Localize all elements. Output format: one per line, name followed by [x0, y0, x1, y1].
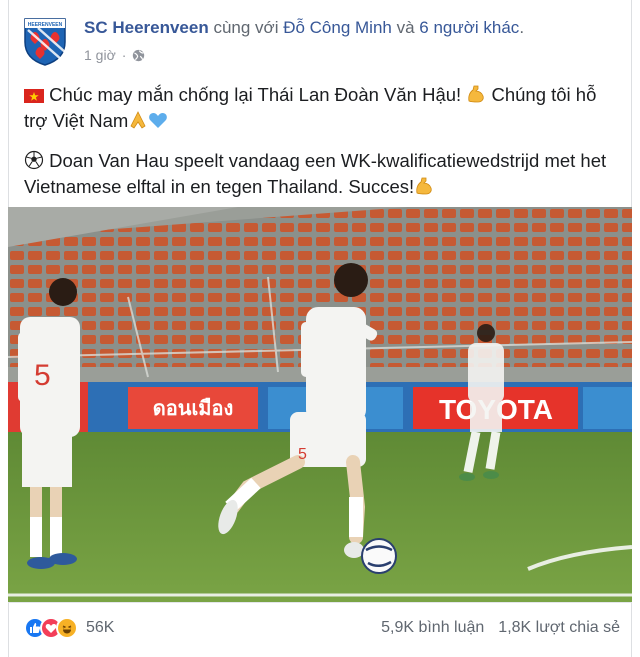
reactions-summary[interactable]: 56K: [24, 617, 114, 639]
jersey-number-center: 5: [298, 446, 307, 463]
post-meta: 1 giờ ·: [84, 47, 145, 63]
post-footer: 56K 5,9K bình luận 1,8K lượt chia sẻ: [8, 602, 632, 657]
haha-reaction-icon: [56, 617, 78, 639]
banner-text-thai: ดอนเมือง: [153, 397, 233, 420]
post-line2: Doan Van Hau speelt vandaag een WK-kwali…: [24, 150, 607, 197]
flexed-biceps-icon: [416, 177, 432, 195]
others-link[interactable]: 6 người khác: [419, 18, 519, 37]
svg-text:HEERENVEEN: HEERENVEEN: [28, 22, 63, 28]
with-text: cùng với: [208, 18, 284, 37]
post-paragraph-nl: Doan Van Hau speelt vandaag een WK-kwali…: [24, 148, 624, 200]
folded-hands-icon: [130, 111, 146, 129]
jersey-number-left: 5: [34, 359, 51, 392]
post-line1-a: Chúc may mắn chống lại Thái Lan Đoàn Văn…: [49, 84, 467, 105]
post-header: HEERENVEEN SC Heerenveen cùng với Đỗ Côn…: [14, 14, 614, 70]
post-body: Chúc may mắn chống lại Thái Lan Đoàn Văn…: [24, 82, 624, 214]
club-crest-avatar[interactable]: HEERENVEEN: [22, 16, 68, 66]
tagged-user-link[interactable]: Đỗ Công Minh: [283, 18, 392, 37]
shares-count-link[interactable]: 1,8K lượt chia sẻ: [498, 619, 620, 637]
stadium-scene: ดอนเมือง TOYOTA 5: [8, 207, 632, 602]
blue-heart-icon: [149, 112, 168, 128]
flexed-biceps-icon: [468, 85, 484, 103]
header-line: SC Heerenveen cùng với Đỗ Công Minh và 6…: [84, 18, 524, 38]
post-photo[interactable]: ดอนเมือง TOYOTA 5: [8, 207, 632, 602]
dot-separator: ·: [121, 47, 127, 63]
period-text: .: [519, 18, 525, 37]
and-text: và: [391, 18, 420, 37]
page-name-link[interactable]: SC Heerenveen: [84, 18, 209, 37]
timestamp[interactable]: 1 giờ: [84, 47, 116, 63]
vietnam-flag-icon: [24, 89, 44, 103]
post-paragraph-vi: Chúc may mắn chống lại Thái Lan Đoàn Văn…: [24, 82, 624, 134]
soccer-ball-icon: [24, 150, 44, 170]
engagement-stats: 5,9K bình luận 1,8K lượt chia sẻ: [381, 619, 620, 637]
globe-icon[interactable]: [132, 49, 145, 62]
reaction-count: 56K: [86, 619, 115, 636]
comments-count-link[interactable]: 5,9K bình luận: [381, 619, 484, 637]
